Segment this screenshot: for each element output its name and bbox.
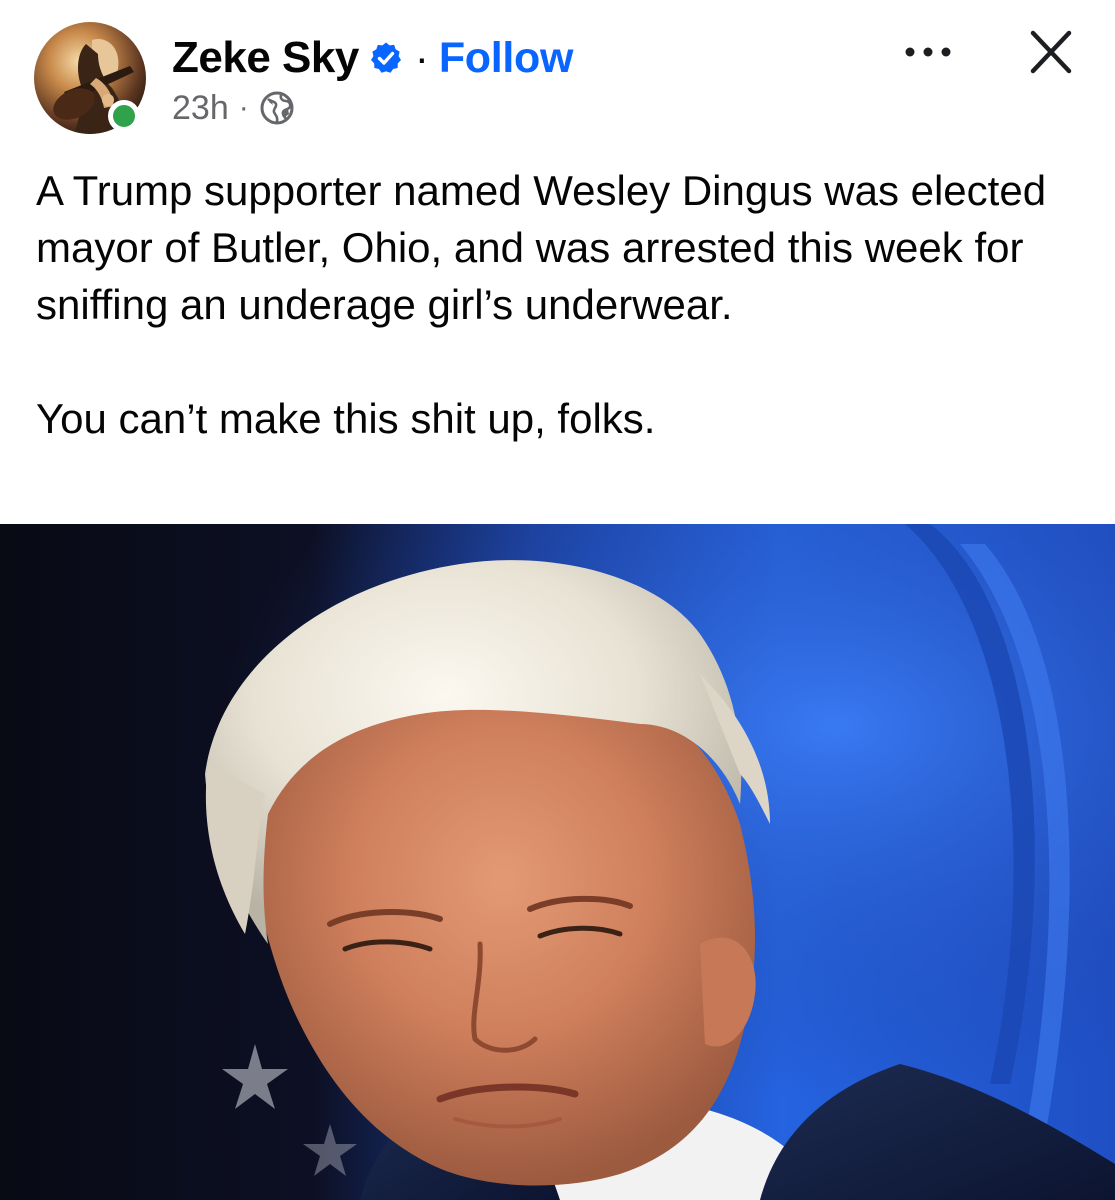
globe-icon[interactable] <box>259 90 295 126</box>
name-follow-separator: · <box>414 34 429 81</box>
verified-badge-icon <box>369 41 403 75</box>
post-body: A Trump supporter named Wesley Dingus wa… <box>36 162 1086 447</box>
close-button[interactable] <box>1020 24 1082 82</box>
author-name[interactable]: Zeke Sky <box>172 33 359 83</box>
post-photo <box>0 524 1115 1200</box>
meta-separator: · <box>238 91 249 124</box>
online-status-indicator <box>108 100 140 132</box>
post-meta: 23h · <box>172 86 295 130</box>
more-options-button[interactable] <box>896 28 960 76</box>
post-timestamp[interactable]: 23h <box>172 89 229 128</box>
post-paragraph: A Trump supporter named Wesley Dingus wa… <box>36 167 1047 328</box>
post-image[interactable] <box>0 524 1115 1200</box>
post-paragraph: You can’t make this shit up, folks. <box>36 395 656 442</box>
post-header: Zeke Sky · Follow 23h · <box>0 0 1115 150</box>
more-horizontal-icon <box>905 47 951 57</box>
author-line: Zeke Sky · Follow <box>172 30 573 86</box>
close-icon <box>1030 30 1072 74</box>
follow-button[interactable]: Follow <box>439 34 574 83</box>
